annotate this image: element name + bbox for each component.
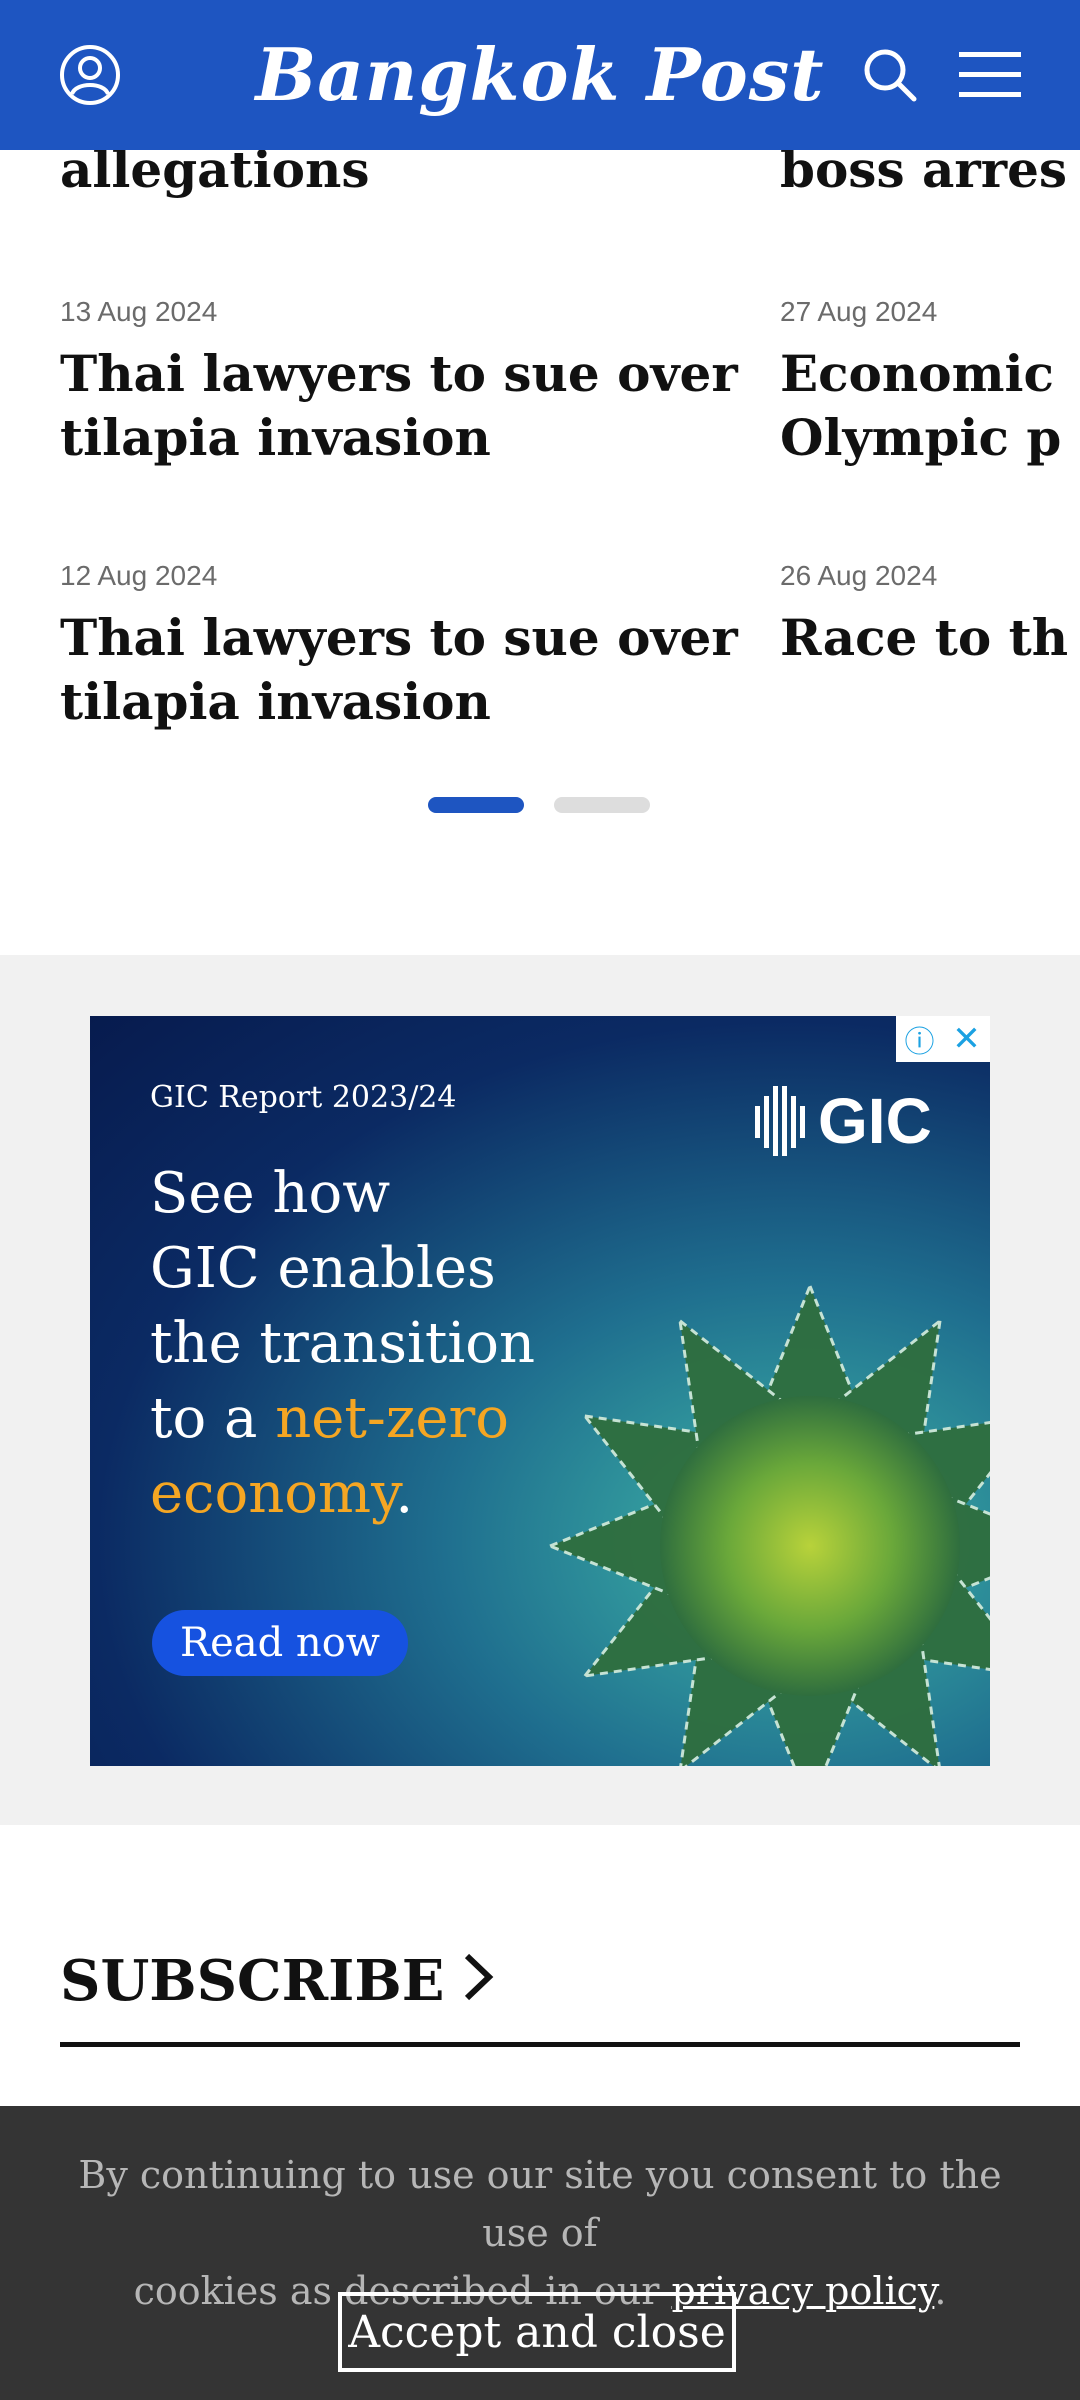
article-item[interactable]: 12 Aug 2024 Thai lawyers to sue over til… (60, 560, 738, 734)
ad-headline-text: . (395, 1461, 414, 1526)
read-now-button[interactable]: Read now (152, 1610, 408, 1676)
article-item[interactable]: 26 Aug 2024 Race to th (780, 560, 1080, 670)
article-date: 12 Aug 2024 (60, 560, 218, 591)
ad-choices-badge[interactable]: ⓘ ✕ (896, 1016, 990, 1062)
menu-icon[interactable] (958, 0, 1022, 150)
article-title[interactable]: Thai lawyers to sue over tilapia invasio… (60, 342, 738, 470)
pagination-dot-active[interactable] (428, 797, 524, 813)
ad-headline-accent: net-zero (275, 1386, 509, 1451)
gic-logo: GIC (752, 1078, 932, 1164)
chevron-right-icon[interactable] (461, 1952, 495, 2002)
subscribe-label[interactable]: SUBSCRIBE (60, 1948, 444, 2014)
article-title[interactable]: Race to th (780, 606, 1080, 670)
top-header: Bangkok Post (0, 0, 1080, 150)
subscribe-section[interactable]: SUBSCRIBE (60, 1948, 1020, 2047)
article-title-line: Olympic p (780, 408, 1062, 467)
ad-headline-accent: economy (150, 1461, 396, 1526)
ad-headline-line: the transition (150, 1311, 536, 1376)
ad-report-label: GIC Report 2023/24 (150, 1080, 457, 1115)
article-title-line: Thai lawyers to sue over (60, 608, 738, 667)
article-title[interactable]: Thai lawyers to sue over tilapia invasio… (60, 606, 738, 734)
ad-headline-line: economy. (150, 1456, 610, 1531)
search-icon[interactable] (858, 0, 922, 150)
pagination-dot[interactable] (554, 797, 650, 813)
article-item[interactable]: 27 Aug 2024 Economic Olympic p (780, 296, 1080, 470)
cookie-consent-banner: By continuing to use our site you consen… (0, 2106, 1080, 2400)
info-icon[interactable]: ⓘ (896, 1016, 943, 1062)
news-carousel[interactable]: allegations 13 Aug 2024 Thai lawyers to … (0, 100, 1080, 870)
ad-headline-line: to a net-zero (150, 1381, 610, 1456)
article-title-line: Thai lawyers to sue over (60, 344, 738, 403)
ad-headline-text: to a (150, 1386, 276, 1451)
carousel-pagination (0, 797, 1080, 813)
article-title[interactable]: Economic Olympic p (780, 342, 1080, 470)
article-title-line: Race to th (780, 608, 1069, 667)
ad-headline-line: See how (150, 1161, 391, 1226)
article-date: 26 Aug 2024 (780, 560, 938, 591)
cookie-message-line: By continuing to use our site you consen… (78, 2153, 1002, 2255)
article-title-line: tilapia invasion (60, 672, 491, 731)
article-item[interactable]: 13 Aug 2024 Thai lawyers to sue over til… (60, 296, 738, 470)
article-title-line: Economic (780, 344, 1054, 403)
advertisement-banner[interactable]: ⓘ ✕ GIC Report 2023/24 GIC See how GIC e… (90, 1016, 990, 1766)
accept-and-close-button[interactable]: Accept and close (338, 2292, 736, 2372)
cookie-message-text: . (934, 2269, 947, 2313)
gic-logo-text: GIC (818, 1085, 932, 1157)
article-title-line: tilapia invasion (60, 408, 491, 467)
ad-headline: See how GIC enables the transition to a … (150, 1156, 610, 1531)
gic-logo-icon (755, 1086, 805, 1156)
article-date: 27 Aug 2024 (780, 296, 938, 327)
close-icon[interactable]: ✕ (943, 1016, 990, 1062)
ad-headline-line: GIC enables (150, 1236, 496, 1301)
article-date: 13 Aug 2024 (60, 296, 218, 327)
